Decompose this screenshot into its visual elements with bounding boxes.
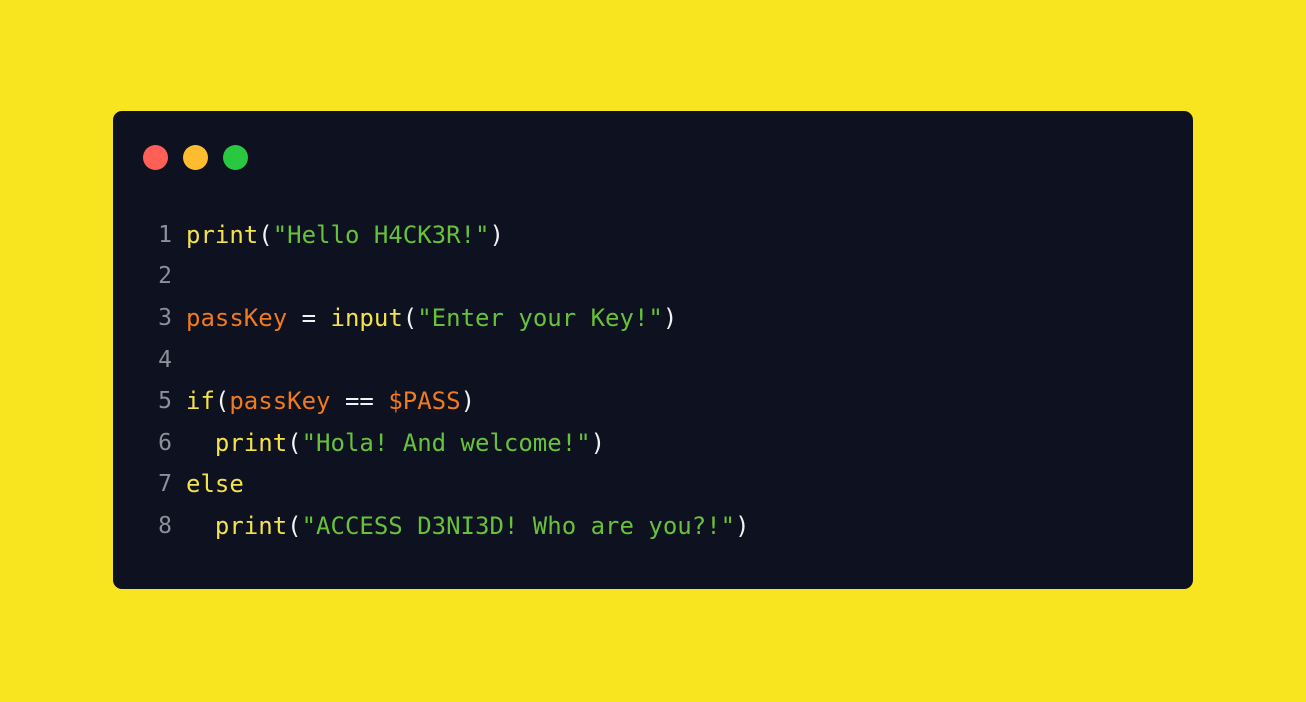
code-token-punctuation: ( — [258, 220, 273, 249]
minimize-button[interactable] — [183, 145, 208, 170]
code-token-variable: $PASS — [388, 387, 461, 416]
code-token-string: "Hello H4CK3R!" — [272, 220, 490, 249]
code-token-variable: passKey — [229, 387, 331, 416]
line-code: passKey = input("Enter your Key!") — [186, 304, 677, 332]
line-number: 6 — [158, 429, 172, 456]
code-line: 7 else — [113, 464, 1193, 506]
code-token-punctuation: ( — [402, 303, 418, 332]
line-number: 3 — [158, 304, 172, 331]
line-code: print("Hello H4CK3R!") — [186, 221, 504, 249]
code-line: 4 — [113, 339, 1193, 381]
code-area[interactable]: 1 print("Hello H4CK3R!") 2 3 passKey = input… — [113, 214, 1193, 547]
code-token-function: print — [214, 511, 288, 540]
code-token-string: "Hola! And welcome!" — [301, 428, 591, 457]
code-token-punctuation: ) — [662, 303, 678, 332]
code-token-punctuation: ) — [590, 428, 606, 457]
code-line: 6 print("Hola! And welcome!") — [113, 422, 1193, 464]
code-line: 5 if(passKey == $PASS) — [113, 380, 1193, 422]
code-token-variable: passKey — [186, 303, 288, 332]
code-token-function: else — [186, 470, 244, 499]
code-token-punctuation — [186, 512, 215, 540]
window-controls — [143, 145, 248, 170]
code-token-punctuation: = — [287, 303, 331, 332]
code-line: 2 — [113, 256, 1193, 298]
code-token-punctuation: ( — [287, 428, 302, 457]
code-token-punctuation: ( — [287, 511, 302, 540]
code-token-punctuation — [186, 429, 215, 457]
code-token-function: print — [214, 428, 288, 457]
code-line: 3 passKey = input("Enter your Key!") — [113, 297, 1193, 339]
code-token-punctuation: ) — [460, 387, 476, 416]
line-number: 1 — [158, 221, 172, 248]
line-number: 8 — [158, 512, 172, 539]
code-token-string: "Enter your Key!" — [417, 303, 663, 332]
code-editor-window: 1 print("Hello H4CK3R!") 2 3 passKey = input… — [113, 111, 1193, 589]
line-number: 7 — [158, 471, 172, 498]
zoom-button[interactable] — [223, 145, 248, 170]
line-code: else — [186, 470, 244, 498]
code-token-string: "ACCESS D3NI3D! Who are you?!" — [301, 511, 736, 540]
code-token-punctuation: == — [330, 387, 389, 416]
line-number: 5 — [158, 388, 172, 415]
line-code: if(passKey == $PASS) — [186, 387, 475, 415]
line-number: 4 — [158, 346, 172, 373]
code-token-function: if — [186, 387, 215, 416]
code-token-punctuation: ) — [735, 511, 750, 540]
code-token-punctuation: ( — [214, 387, 230, 416]
close-button[interactable] — [143, 145, 168, 170]
code-token-punctuation: ) — [489, 220, 504, 249]
line-number: 2 — [158, 263, 172, 290]
line-code: print("ACCESS D3NI3D! Who are you?!") — [186, 512, 750, 540]
line-code: print("Hola! And welcome!") — [186, 429, 605, 457]
code-line: 1 print("Hello H4CK3R!") — [113, 214, 1193, 256]
code-token-function: input — [330, 303, 403, 332]
code-line: 8 print("ACCESS D3NI3D! Who are you?!") — [113, 505, 1193, 547]
code-token-function: print — [186, 220, 259, 249]
